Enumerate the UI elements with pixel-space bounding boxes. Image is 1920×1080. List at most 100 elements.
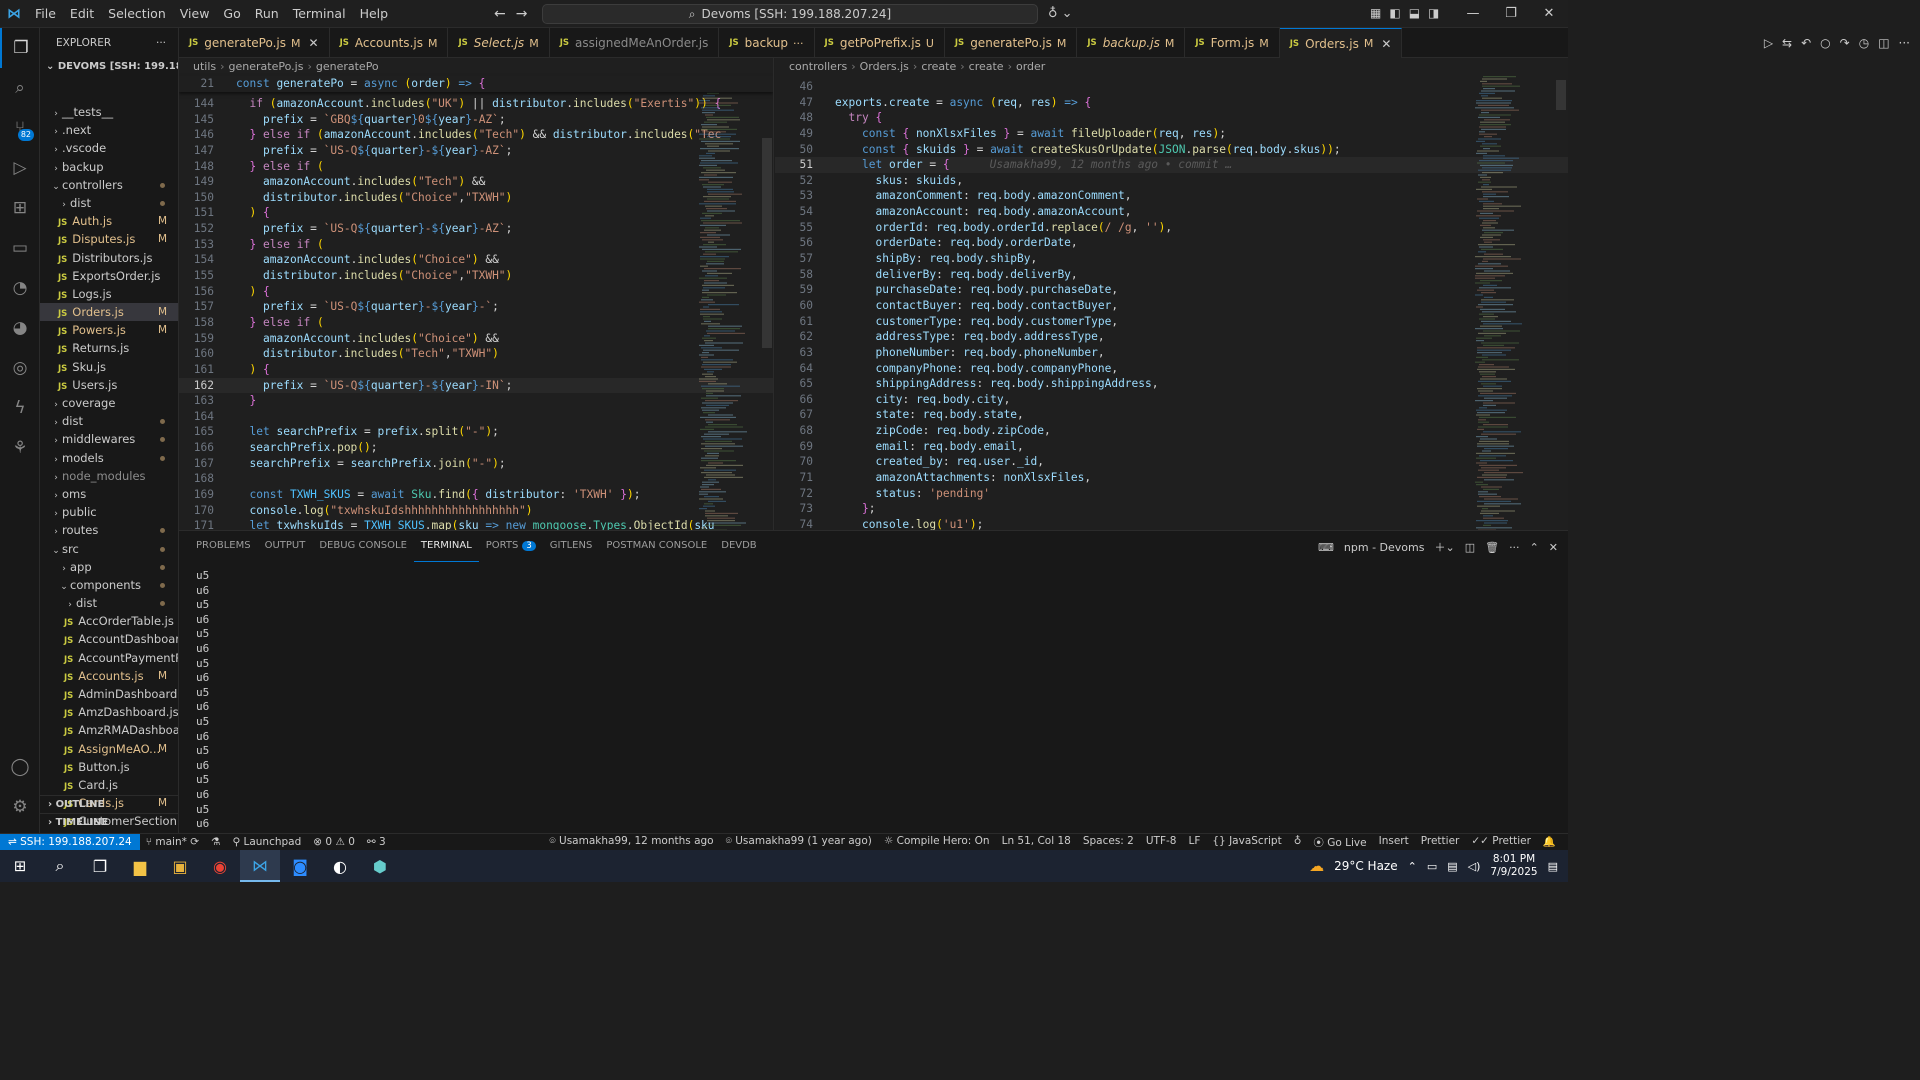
tab-generatepo-js[interactable]: JS generatePo.js M ✕ <box>179 28 330 58</box>
back-arrow-icon[interactable]: ← <box>494 6 506 22</box>
menu-selection[interactable]: Selection <box>101 0 173 28</box>
menu-file[interactable]: File <box>28 0 63 28</box>
sync-icon[interactable]: ⚗ <box>205 836 226 848</box>
app-icon-hex[interactable]: ⬢ <box>360 850 400 882</box>
folder-item[interactable]: ⌄ controllers <box>40 176 178 194</box>
compile-hero-item[interactable]: ☼ Compile Hero: On <box>878 835 996 850</box>
problems-item[interactable]: ⊗ 0 ⚠ 0 <box>307 836 361 848</box>
language-mode[interactable]: {} JavaScript <box>1206 835 1287 850</box>
tab-backup[interactable]: JS backup ··· <box>719 28 815 58</box>
remote-indicator[interactable]: ⇌ SSH: 199.188.207.24 <box>0 833 140 851</box>
menu-view[interactable]: View <box>173 0 217 28</box>
terminal-name[interactable]: npm - Devoms <box>1344 541 1425 554</box>
panel-tab-ports[interactable]: PORTS 3 <box>479 531 543 561</box>
new-terminal-icon[interactable]: ＋⌄ <box>1434 539 1454 555</box>
blame-line-item[interactable]: ⌾ Usamakha99, 12 months ago <box>543 835 719 850</box>
panel-tab-output[interactable]: OUTPUT <box>258 531 313 561</box>
compare-icon[interactable]: ⇆ <box>1782 36 1792 50</box>
next-change-icon[interactable]: ↷ <box>1840 36 1850 50</box>
maximize-panel-icon[interactable]: ⌃ <box>1530 541 1539 554</box>
file-item[interactable]: JS AccOrderTable.js <box>40 612 178 630</box>
folder-item[interactable]: › oms <box>40 485 178 503</box>
tab-generatepo-js[interactable]: JS generatePo.js M <box>945 28 1078 58</box>
file-item[interactable]: JS AccountDashboar... <box>40 630 178 648</box>
folder-item[interactable]: › dist <box>40 412 178 430</box>
folder-item[interactable]: › dist <box>40 194 178 212</box>
breadcrumb-item[interactable]: generatePo <box>316 60 379 73</box>
network-icon[interactable]: ▤ <box>1447 860 1457 873</box>
left-minimap[interactable] <box>697 76 761 530</box>
tab-accounts-js[interactable]: JS Accounts.js M <box>330 28 449 58</box>
thunder-client-icon[interactable]: ϟ <box>0 388 40 428</box>
start-icon[interactable]: ⊞ <box>0 850 40 882</box>
file-item[interactable]: JS AdminDashboard.js <box>40 685 178 703</box>
encoding[interactable]: UTF-8 <box>1140 835 1183 850</box>
right-editor[interactable]: controllers › Orders.js › create › create › orde… <box>775 58 1568 530</box>
gitlens-icon[interactable]: ◔ <box>0 268 40 308</box>
chrome-icon[interactable]: ◉ <box>200 850 240 882</box>
account-icon[interactable]: ◯ <box>0 747 40 787</box>
branch-item[interactable]: ⑂ main* ⟳ <box>140 836 205 848</box>
command-center-search[interactable]: ⌕ Devoms [SSH: 199.188.207.24] <box>542 4 1038 24</box>
panel-tab-problems[interactable]: PROBLEMS <box>189 531 258 561</box>
app-icon-circle[interactable]: ◐ <box>320 850 360 882</box>
eol[interactable]: LF <box>1182 835 1206 850</box>
breadcrumb-item[interactable]: create <box>921 60 956 73</box>
file-item[interactable]: JS AmzDashboard.js <box>40 703 178 721</box>
extensions-icon[interactable]: ⊞ <box>0 188 40 228</box>
menu-go[interactable]: Go <box>216 0 247 28</box>
folder-item[interactable]: ⌄ src <box>40 540 178 558</box>
task-view-icon[interactable]: ❐ <box>80 850 120 882</box>
left-editor[interactable]: utils › generatePo.js › generatePo 21 const g… <box>179 58 774 530</box>
close-panel-icon[interactable]: ✕ <box>1549 541 1558 554</box>
file-item[interactable]: JS ExportsOrder.js <box>40 267 178 285</box>
more-editor-actions-icon[interactable]: ··· <box>1899 36 1910 50</box>
outline-section[interactable]: › OUTLINE <box>40 795 178 813</box>
restore-icon[interactable]: ❐ <box>1492 0 1530 28</box>
breadcrumb-item[interactable]: controllers <box>789 60 847 73</box>
folder-item[interactable]: › app <box>40 558 178 576</box>
volume-icon[interactable]: ◁) <box>1468 860 1481 873</box>
menu-edit[interactable]: Edit <box>63 0 101 28</box>
battery-icon[interactable]: ▭ <box>1427 860 1437 873</box>
tab-assignedmeanorder-js[interactable]: JS assignedMeAnOrder.js <box>550 28 720 58</box>
toggle-secondary-sidebar-icon[interactable]: ◨ <box>1428 6 1439 20</box>
breadcrumb-item[interactable]: order <box>1016 60 1045 73</box>
split-terminal-icon[interactable]: ◫ <box>1465 541 1475 554</box>
folder-item[interactable]: › public <box>40 503 178 521</box>
launchpad-item[interactable]: ⚲ Launchpad <box>226 836 307 848</box>
customize-layout-icon[interactable]: ▦ <box>1370 6 1381 20</box>
file-explorer-icon[interactable]: ▆ <box>120 850 160 882</box>
tab-orders-js[interactable]: JS Orders.js M ✕ <box>1279 28 1403 58</box>
ports-item[interactable]: ⚯ 3 <box>361 836 392 848</box>
split-editor-icon[interactable]: ◫ <box>1878 36 1889 50</box>
folder-item[interactable]: › backup <box>40 158 178 176</box>
file-item[interactable]: JS AccountPaymentP... <box>40 649 178 667</box>
toggle-panel-icon[interactable]: ⬓ <box>1409 6 1420 20</box>
timeline-icon[interactable]: ◷ <box>1859 36 1869 50</box>
run-icon[interactable]: ▷ <box>1764 36 1773 50</box>
file-item[interactable]: JS Orders.js M <box>40 303 178 322</box>
revert-icon[interactable]: ↶ <box>1801 36 1811 50</box>
file-item[interactable]: JS Distributors.js <box>40 249 178 267</box>
forward-arrow-icon[interactable]: → <box>516 6 528 22</box>
file-item[interactable]: JS Users.js <box>40 376 178 394</box>
cursor-position[interactable]: Ln 51, Col 18 <box>996 835 1077 850</box>
folder-item[interactable]: › dist <box>40 594 178 612</box>
notifications-bell-icon[interactable]: 🔔 <box>1537 835 1562 850</box>
menu-run[interactable]: Run <box>248 0 286 28</box>
file-item[interactable]: JS Powers.js M <box>40 321 178 339</box>
menu-terminal[interactable]: Terminal <box>286 0 353 28</box>
gitlens-inspect-icon[interactable]: ◎ <box>0 348 40 388</box>
blame-file-item[interactable]: ⌾ Usamakha99 (1 year ago) <box>720 835 878 850</box>
file-item[interactable]: JS Button.js <box>40 758 178 776</box>
file-item[interactable]: JS Card.js <box>40 776 178 794</box>
file-item[interactable]: JS AssignMeAO... M <box>40 740 178 758</box>
folder-item[interactable]: › routes <box>40 521 178 539</box>
file-item[interactable]: JS Accounts.js M <box>40 667 178 685</box>
right-breadcrumb[interactable]: controllers › Orders.js › create › create › orde… <box>775 58 1568 76</box>
right-minimap[interactable] <box>1473 76 1537 530</box>
panel-tab-postman-console[interactable]: POSTMAN CONSOLE <box>599 531 714 561</box>
prettier-item-2[interactable]: ✓✓ Prettier <box>1465 835 1537 850</box>
folder-item[interactable]: › models <box>40 449 178 467</box>
